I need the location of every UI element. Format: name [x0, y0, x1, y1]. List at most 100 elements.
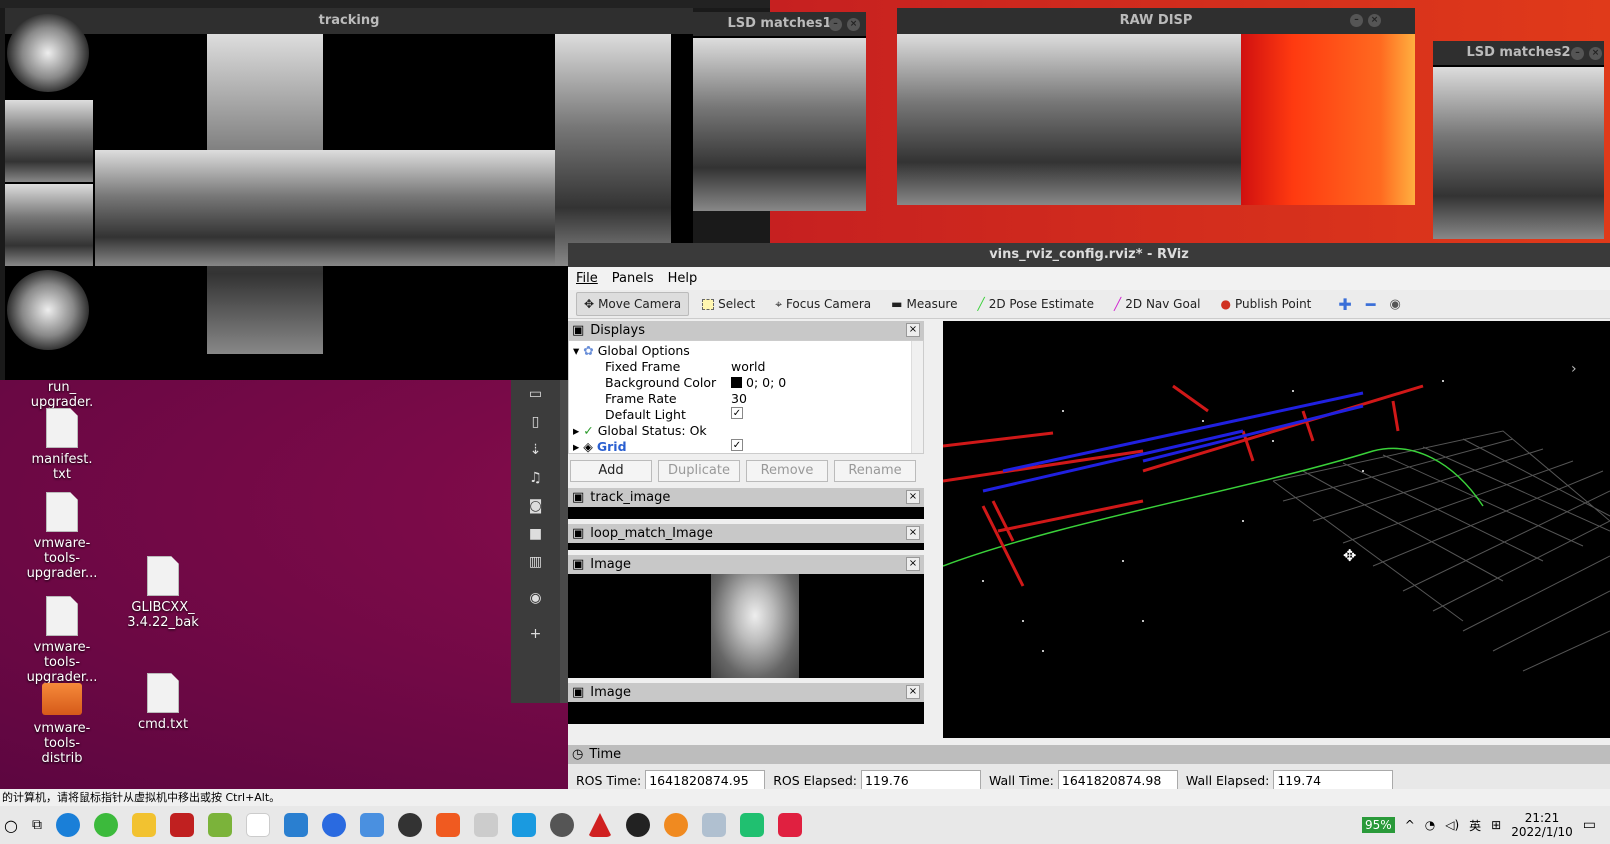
- desktop-icon-vmware-tools-upgrader-2[interactable]: vmware- tools- upgrader...: [7, 596, 117, 685]
- notification-icon[interactable]: ▭: [1583, 817, 1596, 833]
- minus-icon[interactable]: ━: [1366, 295, 1376, 314]
- plus-icon[interactable]: ✚: [1338, 295, 1351, 314]
- app-icon[interactable]: [549, 813, 574, 837]
- app-icon[interactable]: [435, 813, 460, 837]
- desktop-icon-glibcxx-bak[interactable]: GLIBCXX_ 3.4.22_bak: [108, 556, 218, 630]
- matlab-icon[interactable]: [587, 813, 612, 837]
- app-icon[interactable]: [93, 813, 118, 837]
- menu-file[interactable]: File: [576, 267, 598, 290]
- raw-disp-window[interactable]: RAW DISP – ×: [897, 8, 1415, 205]
- wall-elapsed-field[interactable]: 119.74: [1273, 770, 1394, 790]
- rename-button[interactable]: Rename: [834, 460, 916, 482]
- tree-row-global-status[interactable]: ▸ ✓ Global Status: Ok: [569, 423, 923, 439]
- duplicate-button[interactable]: Duplicate: [658, 460, 740, 482]
- mail-icon[interactable]: [283, 813, 308, 837]
- close-icon[interactable]: ×: [906, 323, 920, 337]
- add-button[interactable]: Add: [570, 460, 652, 482]
- explorer-icon[interactable]: [131, 813, 156, 837]
- desktop-icon-manifest[interactable]: manifest. txt: [7, 408, 117, 482]
- edge-icon[interactable]: [55, 813, 80, 837]
- app-icon[interactable]: [169, 813, 194, 837]
- scrollbar[interactable]: [911, 341, 923, 453]
- chrome-icon[interactable]: [397, 813, 422, 837]
- clock[interactable]: 21:21 2022/1/10: [1511, 811, 1573, 839]
- music-icon[interactable]: ♫: [511, 464, 560, 492]
- ime-indicator[interactable]: 英: [1469, 817, 1481, 834]
- chevron-right-icon[interactable]: ›: [1571, 361, 1577, 377]
- rviz-window[interactable]: vins_rviz_config.rviz* - RViz File Panel…: [568, 243, 1610, 790]
- chevron-up-icon[interactable]: ^: [1405, 818, 1415, 832]
- close-icon[interactable]: ×: [1368, 14, 1381, 27]
- close-icon[interactable]: ×: [906, 557, 920, 571]
- camera-icon[interactable]: ◙: [511, 492, 560, 520]
- tree-row-fixed-frame[interactable]: Fixed Frame world: [569, 359, 923, 375]
- minimize-icon[interactable]: –: [829, 18, 842, 31]
- checkbox[interactable]: ✓: [731, 407, 743, 419]
- menu-help[interactable]: Help: [668, 267, 698, 290]
- plus-icon[interactable]: +: [511, 620, 560, 648]
- app-icon[interactable]: [359, 813, 384, 837]
- notepad-icon[interactable]: [207, 813, 232, 837]
- task-view-icon[interactable]: ⧉: [32, 817, 42, 833]
- ros-time-field[interactable]: 1641820874.95: [645, 770, 766, 790]
- tree-row-background-color[interactable]: Background Color 0; 0; 0: [569, 375, 923, 391]
- app-icon[interactable]: [625, 813, 650, 837]
- trash-icon[interactable]: ▥: [511, 548, 560, 576]
- tree-row-grid[interactable]: ▸ ◈ Grid ✓: [569, 439, 923, 455]
- row-value[interactable]: world: [731, 359, 765, 375]
- remove-button[interactable]: Remove: [746, 460, 828, 482]
- close-icon[interactable]: ×: [1589, 47, 1602, 60]
- close-icon[interactable]: ×: [906, 526, 920, 540]
- select-button[interactable]: Select: [695, 293, 762, 315]
- app-icon[interactable]: [739, 813, 764, 837]
- checkbox[interactable]: ✓: [731, 439, 743, 451]
- minimize-icon[interactable]: –: [1350, 14, 1363, 27]
- expand-icon[interactable]: ▸: [573, 423, 579, 438]
- close-icon[interactable]: ×: [847, 18, 860, 31]
- tree-row-global-options[interactable]: ▾ ✿ Global Options: [569, 343, 923, 359]
- network-icon[interactable]: ◔: [1425, 818, 1435, 832]
- tree-row-frame-rate[interactable]: Frame Rate 30: [569, 391, 923, 407]
- download-icon[interactable]: ⇣: [511, 436, 560, 464]
- row-value[interactable]: 30: [731, 391, 747, 407]
- lsd-matches2-window[interactable]: LSD matches2– ×: [1433, 41, 1604, 239]
- wall-time-field[interactable]: 1641820874.98: [1057, 770, 1178, 790]
- expand-icon[interactable]: ▾: [573, 343, 579, 358]
- close-icon[interactable]: ×: [906, 685, 920, 699]
- lsd-matches1-window[interactable]: LSD matches1– ×: [693, 12, 866, 211]
- close-icon[interactable]: ×: [906, 490, 920, 504]
- document-icon[interactable]: ▯: [511, 408, 560, 436]
- desktop-icon-vmware-tools-upgrader[interactable]: vmware- tools- upgrader...: [7, 492, 117, 581]
- measure-button[interactable]: ▬ Measure: [884, 293, 964, 315]
- minimize-icon[interactable]: –: [1571, 47, 1584, 60]
- focus-camera-button[interactable]: ⌖ Focus Camera: [768, 293, 878, 316]
- expand-icon[interactable]: ▸: [573, 439, 579, 454]
- battery-indicator[interactable]: 95%: [1362, 817, 1395, 833]
- color-swatch: [731, 377, 742, 388]
- 2d-pose-estimate-button[interactable]: ╱ 2D Pose Estimate: [970, 293, 1101, 315]
- keyboard-icon[interactable]: ⊞: [1491, 818, 1501, 832]
- app-icon[interactable]: [777, 813, 802, 837]
- tree-row-default-light[interactable]: Default Light ✓: [569, 407, 923, 423]
- search-app-icon[interactable]: [663, 813, 688, 837]
- 2d-nav-goal-button[interactable]: ╱ 2D Nav Goal: [1107, 293, 1208, 315]
- file-icon[interactable]: [245, 813, 270, 837]
- row-value[interactable]: 0; 0; 0: [746, 375, 786, 391]
- video-icon[interactable]: ■: [511, 520, 560, 548]
- vmware-icon[interactable]: [511, 813, 536, 837]
- ros-elapsed-field[interactable]: 119.76: [860, 770, 981, 790]
- 3d-view[interactable]: ✥ ›: [943, 321, 1610, 738]
- volume-icon[interactable]: ◁): [1445, 818, 1459, 832]
- app-icon[interactable]: [701, 813, 726, 837]
- publish-point-button[interactable]: ● Publish Point: [1214, 293, 1319, 315]
- desktop-icon-cmd-txt[interactable]: cmd.txt: [108, 673, 218, 732]
- move-camera-button[interactable]: ✥ Move Camera: [576, 292, 690, 316]
- app-icon[interactable]: [321, 813, 346, 837]
- eye-icon[interactable]: ◉: [1389, 297, 1400, 312]
- disc-icon[interactable]: ◉: [511, 584, 560, 612]
- search-icon[interactable]: ○: [4, 816, 18, 835]
- desktop-icon-vmware-tools-distrib[interactable]: vmware- tools- distrib: [7, 683, 117, 766]
- menu-panels[interactable]: Panels: [612, 267, 654, 290]
- folder-icon[interactable]: ▭: [511, 380, 560, 408]
- app-icon[interactable]: [473, 813, 498, 837]
